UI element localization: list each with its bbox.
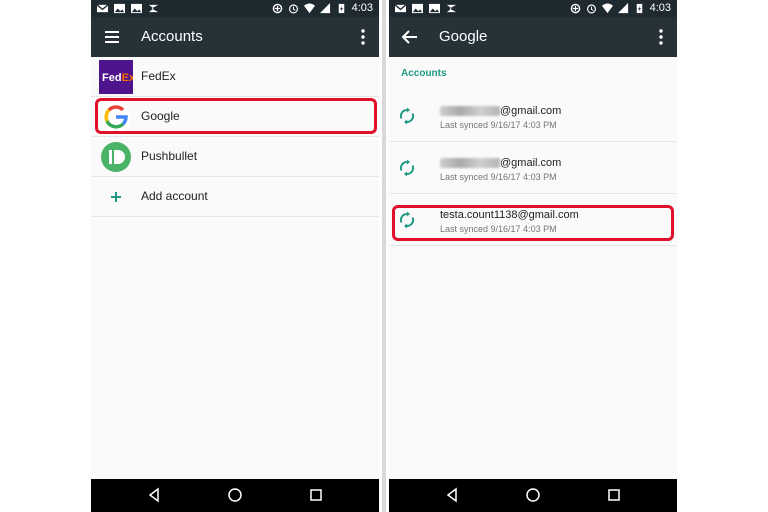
wifi-icon xyxy=(303,3,315,14)
more-options-icon[interactable] xyxy=(653,26,669,48)
account-row[interactable]: @gmail.com Last synced 9/16/17 4:03 PM xyxy=(389,142,677,194)
gmail-icon xyxy=(395,4,406,13)
account-email: @gmail.com xyxy=(500,157,562,169)
image-icon xyxy=(429,3,440,14)
redacted-username xyxy=(440,158,500,169)
back-icon[interactable] xyxy=(444,487,460,503)
account-email: @gmail.com xyxy=(500,105,562,117)
fedex-logo: FedEx xyxy=(99,60,133,94)
battery-charging-icon xyxy=(338,3,344,14)
recents-icon[interactable] xyxy=(606,487,622,503)
pushbullet-logo xyxy=(101,142,131,172)
gmail-icon xyxy=(97,4,108,13)
pushbullet-status-icon xyxy=(446,4,457,13)
svg-text:FedEx: FedEx xyxy=(102,72,133,84)
plus-icon xyxy=(111,192,121,202)
data-saver-icon xyxy=(272,3,282,14)
last-synced-text: Last synced 9/16/17 4:03 PM xyxy=(440,172,557,182)
accounts-screen: 4:03 Accounts FedEx FedEx Google Pushbul… xyxy=(91,0,379,512)
screen-divider xyxy=(382,0,386,512)
back-arrow-icon[interactable] xyxy=(399,26,421,48)
list-item-label: Add account xyxy=(141,189,208,203)
account-types-list: FedEx FedEx Google Pushbullet Add accoun… xyxy=(91,57,379,217)
signal-icon xyxy=(617,3,628,14)
app-bar: Accounts xyxy=(91,17,379,57)
back-icon[interactable] xyxy=(146,487,162,503)
menu-icon[interactable] xyxy=(101,26,123,48)
navigation-bar xyxy=(389,479,677,512)
clock: 4:03 xyxy=(351,2,373,14)
image-icon xyxy=(412,3,423,14)
clock: 4:03 xyxy=(649,2,671,14)
data-saver-icon xyxy=(570,3,580,14)
list-item-label: FedEx xyxy=(141,69,176,83)
pushbullet-status-icon xyxy=(148,4,159,13)
account-row[interactable]: @gmail.com Last synced 9/16/17 4:03 PM xyxy=(389,90,677,142)
more-options-icon[interactable] xyxy=(355,26,371,48)
redacted-username xyxy=(440,106,500,117)
sync-icon xyxy=(399,107,415,125)
alarm-icon xyxy=(586,4,596,14)
last-synced-text: Last synced 9/16/17 4:03 PM xyxy=(440,120,557,130)
status-bar: 4:03 xyxy=(91,0,379,17)
highlight-box xyxy=(95,98,377,134)
list-item-label: Pushbullet xyxy=(141,149,198,163)
app-bar: Google xyxy=(389,17,677,57)
alarm-icon xyxy=(288,4,298,14)
home-icon[interactable] xyxy=(525,487,541,503)
image-icon xyxy=(131,3,142,14)
battery-charging-icon xyxy=(636,3,642,14)
status-bar: 4:03 xyxy=(389,0,677,17)
navigation-bar xyxy=(91,479,379,512)
page-title: Google xyxy=(439,28,488,45)
list-item-pushbullet[interactable]: Pushbullet xyxy=(91,137,379,177)
list-item-add-account[interactable]: Add account xyxy=(91,177,379,217)
recents-icon[interactable] xyxy=(308,487,324,503)
image-icon xyxy=(114,3,125,14)
highlight-box xyxy=(392,205,674,241)
sync-icon xyxy=(399,159,415,177)
section-header: Accounts xyxy=(401,68,447,79)
wifi-icon xyxy=(601,3,613,14)
home-icon[interactable] xyxy=(227,487,243,503)
page-title: Accounts xyxy=(141,28,203,45)
google-accounts-screen: 4:03 Google Accounts @gmail.com Last syn… xyxy=(389,0,677,512)
list-item-fedex[interactable]: FedEx FedEx xyxy=(91,57,379,97)
signal-icon xyxy=(319,3,330,14)
